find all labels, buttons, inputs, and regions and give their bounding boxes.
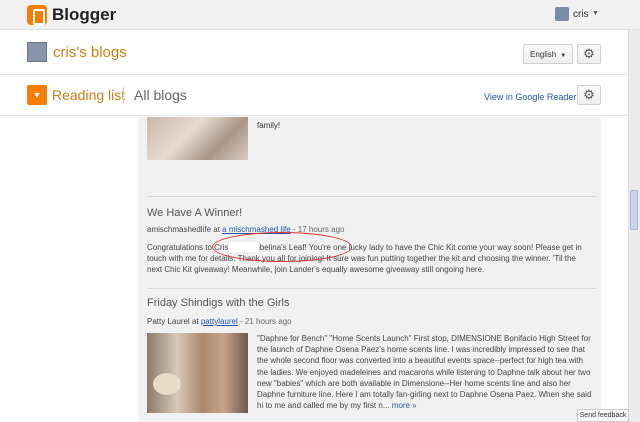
send-feedback-button[interactable]: Send feedback: [577, 409, 629, 422]
blog-title[interactable]: cris's blogs: [53, 44, 127, 61]
header-divider: [123, 87, 124, 104]
reading-feed: family! We Have A Winner! amischmashedli…: [138, 117, 601, 422]
blog-header: cris's blogs English ▼ ⚙: [0, 31, 640, 75]
post-author-link[interactable]: pattylaurel: [201, 317, 238, 326]
account-avatar[interactable]: [555, 7, 569, 21]
google-reader-link[interactable]: View in Google Reader: [484, 92, 576, 102]
right-gutter: [601, 117, 628, 422]
post-meta: Patty Laurel at pattylaurel - 21 hours a…: [147, 317, 292, 326]
post-thumbnail-party[interactable]: [147, 333, 248, 413]
more-link[interactable]: more »: [392, 401, 417, 410]
language-select[interactable]: English ▼: [523, 44, 573, 64]
reading-settings-button[interactable]: ⚙: [577, 85, 601, 105]
top-bar: Blogger cris ▼: [0, 0, 640, 30]
post-title[interactable]: We Have A Winner!: [147, 207, 242, 219]
gear-icon: ⚙: [583, 87, 595, 102]
post-excerpt: family!: [257, 121, 281, 130]
blogger-logo-icon[interactable]: [27, 5, 47, 25]
post-meta: amischmashedlife at a mischmashed life -…: [147, 225, 344, 234]
post-time: - 21 hours ago: [240, 317, 292, 326]
account-caret-icon[interactable]: ▼: [592, 10, 599, 17]
red-circle-annotation: [212, 232, 352, 262]
post-divider: [147, 288, 597, 289]
gear-icon: ⚙: [583, 46, 595, 61]
post-thumbnail-baby[interactable]: [147, 117, 248, 160]
post-at: at: [213, 225, 220, 234]
left-sidebar: [0, 117, 138, 422]
post-divider: [147, 196, 597, 197]
post-blog-name: amischmashedlife: [147, 225, 212, 234]
blog-avatar: [27, 42, 47, 62]
post-excerpt-text: "Daphne for Bench" "Home Scents Launch" …: [257, 334, 592, 411]
scrollbar-thumb[interactable]: [630, 190, 638, 230]
post-at: at: [191, 317, 199, 326]
reading-list-title: Reading list: [52, 87, 126, 103]
language-label: English: [530, 50, 557, 59]
account-name[interactable]: cris: [573, 9, 589, 20]
brand-name[interactable]: Blogger: [52, 5, 116, 25]
all-blogs-label[interactable]: All blogs: [134, 87, 187, 103]
settings-gear-button[interactable]: ⚙: [577, 44, 601, 64]
reading-list-header: ▼ Reading list All blogs View in Google …: [0, 76, 640, 116]
post-blog-name: Patty Laurel: [147, 317, 190, 326]
reading-list-toggle-icon[interactable]: ▼: [27, 85, 47, 105]
chevron-down-icon: ▼: [560, 53, 567, 59]
post-title[interactable]: Friday Shindigs with the Girls: [147, 297, 289, 309]
post-excerpt: "Daphne for Bench" "Home Scents Launch" …: [257, 333, 592, 411]
